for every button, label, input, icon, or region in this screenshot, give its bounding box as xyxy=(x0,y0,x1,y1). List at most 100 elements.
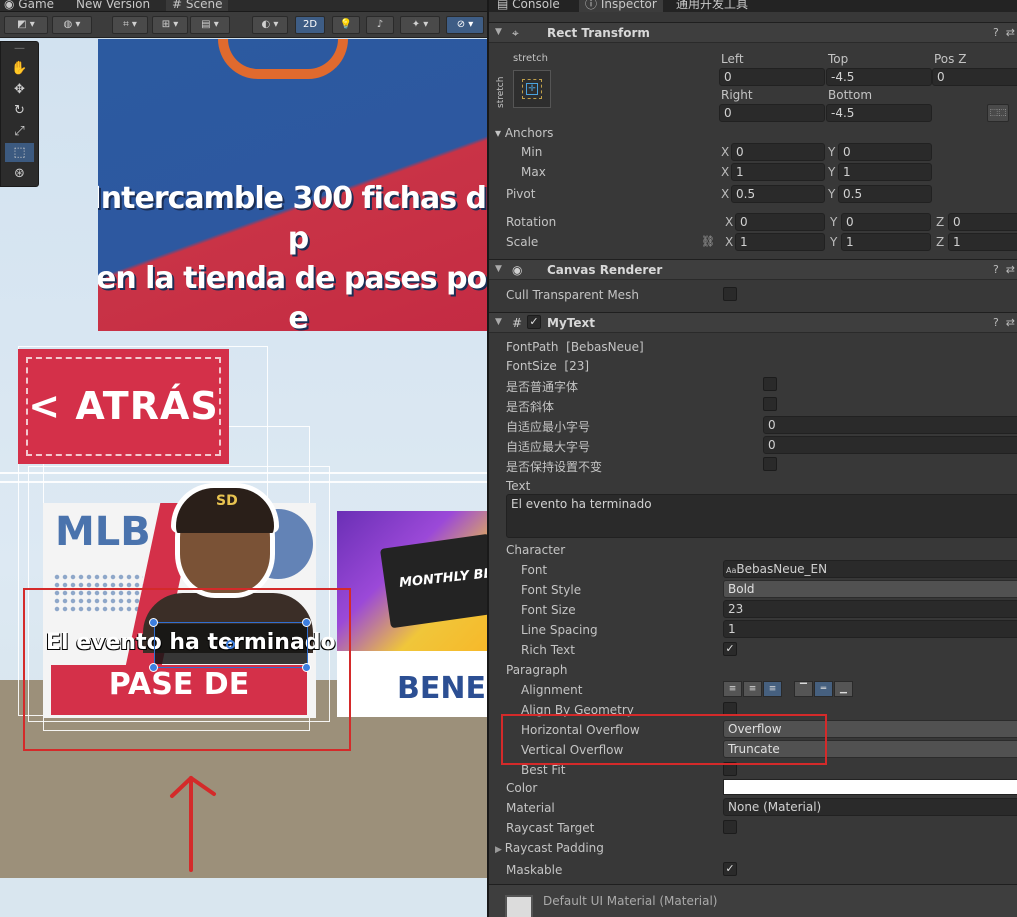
scene-view[interactable]: ◉ Game New Version # Scene ◩ ▾ ◍ ▾ ⌗ ▾ ⊞… xyxy=(0,0,487,917)
pivot-y-field[interactable]: 0.5 xyxy=(838,185,932,203)
font-size-row: FontSize [23] xyxy=(506,359,590,373)
component-menu-icon[interactable]: ? ⇄ xyxy=(993,26,1015,39)
text-area[interactable]: El evento ha terminado xyxy=(506,494,1017,538)
alignment-label: Alignment xyxy=(521,683,583,697)
snap-increment-button[interactable]: ▤ ▾ xyxy=(190,16,230,34)
component-title: Canvas Renderer xyxy=(547,263,663,277)
raycast-padding-foldout[interactable]: ▶ Raycast Padding xyxy=(495,841,604,855)
align-left-icon[interactable]: ≡ xyxy=(723,681,742,697)
anchor-preset-button[interactable]: ✛ xyxy=(513,70,551,108)
monthly-card-title: BENEF xyxy=(397,671,487,706)
max-x-field[interactable]: 1 xyxy=(731,163,825,181)
component-menu-icon[interactable]: ? ⇄ xyxy=(993,316,1015,329)
rect-transform-header[interactable]: ▼ ⌖ Rect Transform ? ⇄ xyxy=(489,22,1017,43)
normal-font-checkbox[interactable] xyxy=(763,377,777,391)
rotation-z-field[interactable]: 0 xyxy=(948,213,1017,231)
anchors-foldout[interactable]: ▾ Anchors xyxy=(495,126,553,140)
raycast-target-checkbox[interactable] xyxy=(723,820,737,834)
grid-visibility-button[interactable]: ⊞ ▾ xyxy=(152,16,188,34)
effects-dropdown[interactable]: ✦ ▾ xyxy=(400,16,440,34)
hand-tool-icon[interactable]: ✋ xyxy=(5,59,34,78)
collapse-arrow-icon[interactable]: ▼ xyxy=(495,317,502,327)
color-swatch[interactable] xyxy=(723,779,1017,795)
rich-text-checkbox[interactable]: ✓ xyxy=(723,642,737,656)
pivot-x-field[interactable]: 0.5 xyxy=(731,185,825,203)
axis-x-label: X xyxy=(721,145,730,159)
left-field[interactable]: 0 xyxy=(719,68,825,86)
inspector-panel: ▤ Console ⓘ Inspector 通用开发工具 ▼ ⌖ Rect Tr… xyxy=(489,0,1017,917)
component-menu-icon[interactable]: ? ⇄ xyxy=(993,263,1015,276)
audio-toggle-icon[interactable]: ♪ xyxy=(366,16,394,34)
collapse-arrow-icon[interactable]: ▼ xyxy=(495,264,502,274)
tab-new-version[interactable]: New Version xyxy=(76,0,150,11)
move-tool-icon[interactable]: ✥ xyxy=(5,80,34,99)
rect-tool-icon[interactable]: ⬚ xyxy=(5,143,34,162)
rotate-tool-icon[interactable]: ↻ xyxy=(5,101,34,120)
hidden-objects-toggle[interactable]: ⊘ ▾ xyxy=(446,16,484,34)
maskable-checkbox[interactable]: ✓ xyxy=(723,862,737,876)
top-field[interactable]: -4.5 xyxy=(826,68,932,86)
min-y-field[interactable]: 0 xyxy=(838,143,932,161)
character-section-label: Character xyxy=(506,543,566,557)
align-center-icon[interactable]: ≡ xyxy=(743,681,762,697)
axis-y-label: Y xyxy=(828,187,836,201)
tab-scene[interactable]: # Scene xyxy=(166,0,229,11)
right-field[interactable]: 0 xyxy=(719,104,825,122)
tab-game[interactable]: ◉ Game xyxy=(4,0,54,11)
component-enabled-checkbox[interactable]: ✓ xyxy=(527,315,541,329)
mode-2d-toggle[interactable]: 2D xyxy=(295,16,325,34)
monthly-card[interactable]: MONTHLY BE BENEF xyxy=(337,511,487,717)
scale-tool-icon[interactable]: ⤢ xyxy=(5,122,34,141)
font-size-field[interactable]: 23 xyxy=(723,600,1017,618)
component-title: Rect Transform xyxy=(547,26,650,40)
raycast-target-label: Raycast Target xyxy=(506,821,595,835)
lighting-toggle-icon[interactable]: 💡 xyxy=(332,16,360,34)
scale-x-field[interactable]: 1 xyxy=(735,233,825,251)
tab-inspector[interactable]: ⓘ Inspector xyxy=(579,0,663,12)
gizmo-global-dropdown[interactable]: ◍ ▾ xyxy=(52,16,92,34)
axis-y-label: Y xyxy=(830,215,838,229)
grid-snap-button[interactable]: ⌗ ▾ xyxy=(112,16,148,34)
rotation-x-field[interactable]: 0 xyxy=(735,213,825,231)
scale-z-field[interactable]: 1 xyxy=(948,233,1017,251)
normal-font-label: 是否普通字体 xyxy=(506,380,579,394)
align-middle-icon[interactable]: ═ xyxy=(814,681,833,697)
font-field[interactable]: AaBebasNeue_EN xyxy=(723,560,1017,578)
stretch-icon: ✛ xyxy=(526,83,538,95)
max-y-field[interactable]: 1 xyxy=(838,163,932,181)
constrain-proportions-icon[interactable]: ⛓ xyxy=(701,235,715,248)
align-bottom-icon[interactable]: ▁ xyxy=(834,681,853,697)
paragraph-section-label: Paragraph xyxy=(506,663,568,677)
mytext-header[interactable]: ▼ # ✓ MyText ? ⇄ xyxy=(489,312,1017,333)
align-right-icon[interactable]: ≡ xyxy=(763,681,782,697)
canvas-renderer-header[interactable]: ▼ ◉ Canvas Renderer ? ⇄ xyxy=(489,259,1017,280)
font-style-dropdown[interactable]: Bold xyxy=(723,580,1017,598)
auto-max-field[interactable]: 0 xyxy=(763,436,1017,454)
blueprint-mode-button[interactable]: ⬚⬚ xyxy=(987,104,1009,122)
transform-tool-icon[interactable]: ⊛ xyxy=(5,164,34,183)
back-button[interactable]: < ATRÁS xyxy=(18,349,229,464)
rotation-y-field[interactable]: 0 xyxy=(841,213,931,231)
overflow-highlight-rect xyxy=(501,714,827,765)
line-spacing-field[interactable]: 1 xyxy=(723,620,1017,638)
posz-field[interactable]: 0 xyxy=(932,68,1017,86)
max-label: Max xyxy=(521,165,546,179)
cull-mesh-checkbox[interactable] xyxy=(723,287,737,301)
bottom-field[interactable]: -4.5 xyxy=(826,104,932,122)
collapse-arrow-icon[interactable]: ▼ xyxy=(495,27,502,37)
tab-console[interactable]: ▤ Console xyxy=(491,0,566,12)
auto-min-field[interactable]: 0 xyxy=(763,416,1017,434)
keep-settings-label: 是否保持设置不变 xyxy=(506,460,603,474)
scale-y-field[interactable]: 1 xyxy=(841,233,931,251)
tab-dev-tools[interactable]: 通用开发工具 xyxy=(670,0,754,12)
min-x-field[interactable]: 0 xyxy=(731,143,825,161)
align-top-icon[interactable]: ▔ xyxy=(794,681,813,697)
color-label: Color xyxy=(506,781,538,795)
shading-mode-dropdown[interactable]: ◐ ▾ xyxy=(252,16,288,34)
italic-checkbox[interactable] xyxy=(763,397,777,411)
component-title: MyText xyxy=(547,316,595,330)
keep-settings-checkbox[interactable] xyxy=(763,457,777,471)
draw-mode-dropdown[interactable]: ◩ ▾ xyxy=(4,16,48,34)
material-field[interactable]: None (Material) xyxy=(723,798,1017,816)
inspector-tab-bar: ▤ Console ⓘ Inspector 通用开发工具 xyxy=(489,0,1017,12)
